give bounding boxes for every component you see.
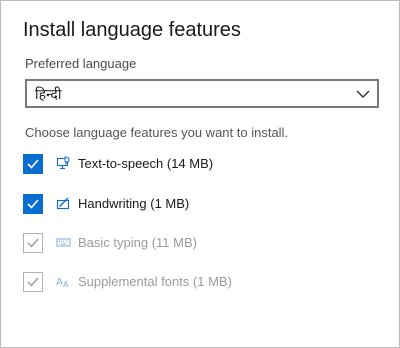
text-to-speech-checkbox[interactable] xyxy=(23,154,43,174)
preferred-language-dropdown[interactable]: हिन्दी xyxy=(25,79,379,108)
checkmark-icon xyxy=(27,277,39,287)
dialog-title: Install language features xyxy=(23,19,241,41)
pen-icon xyxy=(56,197,70,210)
checkmark-icon xyxy=(27,199,39,209)
font-icon: A A xyxy=(56,277,69,289)
supplemental-fonts-checkbox xyxy=(23,272,43,292)
computer-speech-icon xyxy=(56,156,70,170)
feature-text-to-speech[interactable]: Text-to-speech (14 MB) xyxy=(23,154,363,176)
basic-typing-label: Basic typing (11 MB) xyxy=(78,235,197,250)
install-language-features-dialog: Install language features Preferred lang… xyxy=(0,0,400,348)
preferred-language-label: Preferred language xyxy=(25,56,137,71)
instruction-text: Choose language features you want to ins… xyxy=(25,125,289,140)
checkmark-icon xyxy=(27,238,39,248)
handwriting-checkbox[interactable] xyxy=(23,194,43,214)
supplemental-fonts-label: Supplemental fonts (1 MB) xyxy=(78,274,232,289)
keyboard-icon xyxy=(56,238,71,247)
svg-text:A: A xyxy=(63,280,69,289)
text-to-speech-label: Text-to-speech (14 MB) xyxy=(78,156,214,171)
feature-basic-typing: Basic typing (11 MB) xyxy=(23,233,363,255)
svg-text:A: A xyxy=(56,277,63,288)
preferred-language-value: हिन्दी xyxy=(35,86,62,102)
feature-supplemental-fonts: A A Supplemental fonts (1 MB) xyxy=(23,272,363,294)
basic-typing-checkbox xyxy=(23,233,43,253)
chevron-down-icon xyxy=(356,90,370,98)
handwriting-label: Handwriting (1 MB) xyxy=(78,196,190,211)
feature-handwriting[interactable]: Handwriting (1 MB) xyxy=(23,194,363,216)
checkmark-icon xyxy=(27,159,39,169)
